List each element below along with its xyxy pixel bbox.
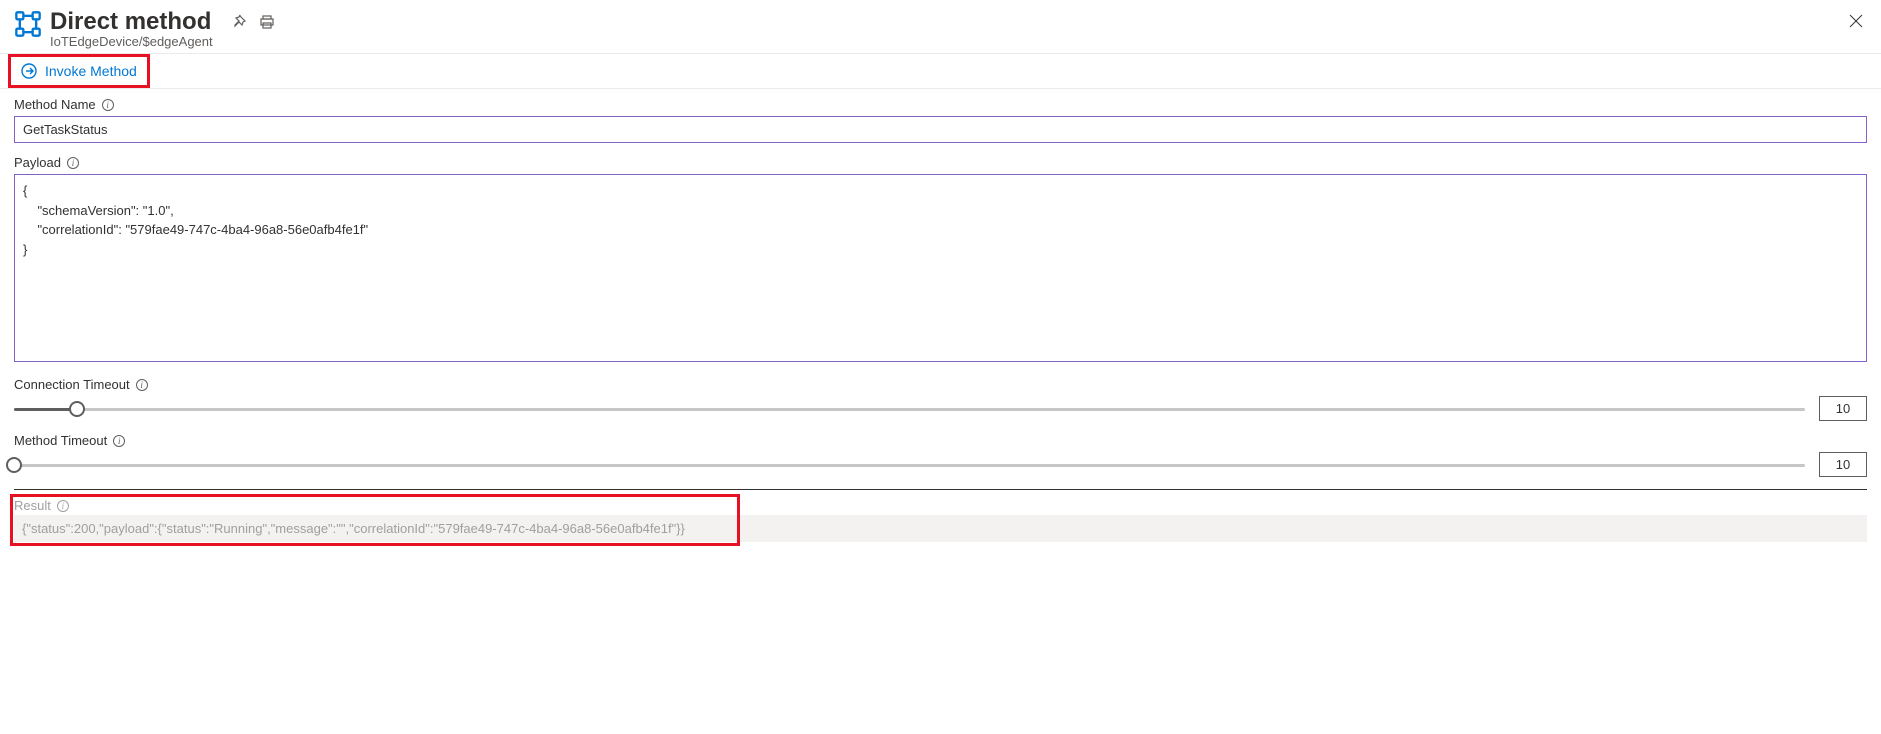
info-icon[interactable]: i bbox=[67, 157, 79, 169]
direct-method-icon bbox=[14, 10, 42, 38]
connection-timeout-slider[interactable] bbox=[14, 399, 1805, 419]
page-header: Direct method IoTEdgeDevice/$edgeAgent bbox=[0, 0, 1881, 53]
payload-label: Payload bbox=[14, 155, 61, 170]
connection-timeout-value[interactable] bbox=[1819, 396, 1867, 421]
invoke-arrow-icon bbox=[21, 63, 37, 79]
divider bbox=[14, 489, 1867, 490]
info-icon[interactable]: i bbox=[136, 379, 148, 391]
invoke-method-label: Invoke Method bbox=[45, 63, 137, 79]
method-timeout-label: Method Timeout bbox=[14, 433, 107, 448]
slider-thumb[interactable] bbox=[69, 401, 85, 417]
slider-thumb[interactable] bbox=[6, 457, 22, 473]
result-label: Result bbox=[14, 498, 51, 513]
payload-textarea[interactable] bbox=[14, 174, 1867, 362]
info-icon[interactable]: i bbox=[113, 435, 125, 447]
breadcrumb: IoTEdgeDevice/$edgeAgent bbox=[50, 34, 275, 49]
method-name-input[interactable] bbox=[14, 116, 1867, 143]
method-timeout-slider[interactable] bbox=[14, 455, 1805, 475]
result-output: {"status":200,"payload":{"status":"Runni… bbox=[14, 515, 1867, 542]
print-icon[interactable] bbox=[259, 14, 275, 30]
close-icon bbox=[1849, 14, 1863, 28]
method-name-label: Method Name bbox=[14, 97, 96, 112]
info-icon[interactable]: i bbox=[57, 500, 69, 512]
close-button[interactable] bbox=[1849, 12, 1863, 33]
connection-timeout-label: Connection Timeout bbox=[14, 377, 130, 392]
invoke-method-button[interactable]: Invoke Method bbox=[11, 57, 147, 85]
method-timeout-value[interactable] bbox=[1819, 452, 1867, 477]
page-title: Direct method bbox=[50, 8, 211, 36]
pin-icon[interactable] bbox=[231, 14, 247, 30]
toolbar: Invoke Method bbox=[0, 53, 1881, 89]
info-icon[interactable]: i bbox=[102, 99, 114, 111]
